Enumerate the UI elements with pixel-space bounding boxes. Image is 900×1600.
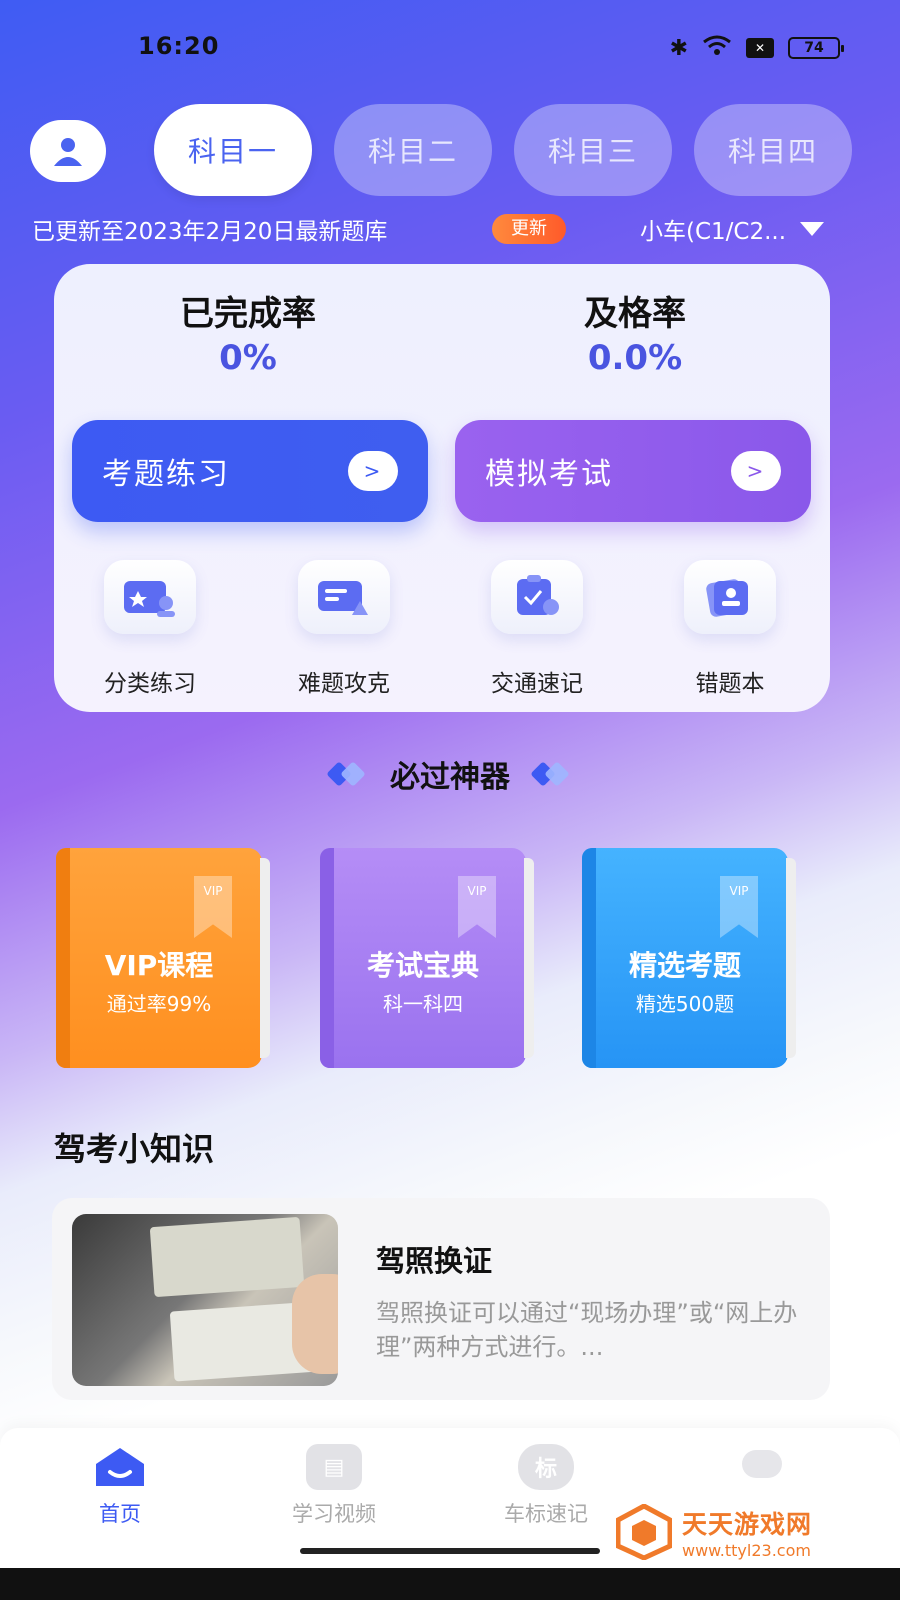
update-info-text: 已更新至2023年2月20日最新题库 xyxy=(32,219,388,245)
car-type-selector[interactable]: 小车(C1/C2... xyxy=(640,212,825,246)
completion-rate-value: 0% xyxy=(219,338,277,378)
practice-button-label: 考题练习 xyxy=(102,457,230,492)
home-icon xyxy=(92,1444,148,1490)
tab-subject-1[interactable]: 科目一 xyxy=(154,104,312,196)
mock-exam-button[interactable]: 模拟考试 > xyxy=(455,420,811,522)
user-icon xyxy=(54,138,82,166)
arrow-right-icon: > xyxy=(348,451,398,491)
tool-traffic-memo[interactable]: 交通速记 xyxy=(462,560,612,698)
video-icon: ▤ xyxy=(306,1444,362,1490)
status-bar: 16:20 ✱ ✕ 74 xyxy=(0,0,900,90)
diamond-icon xyxy=(534,763,570,785)
bottom-strip xyxy=(0,1568,900,1600)
section-title-text: 必过神器 xyxy=(390,760,510,795)
tab-subject-4[interactable]: 科目四 xyxy=(694,104,852,196)
tool-mistake-book[interactable]: 错题本 xyxy=(655,560,805,698)
difficult-icon xyxy=(298,560,390,634)
book-title: VIP课程 xyxy=(104,949,214,982)
book-subtitle: 精选500题 xyxy=(635,992,735,1016)
mistake-book-icon xyxy=(684,560,776,634)
nav-label: 首页 xyxy=(99,1502,141,1526)
status-icons: ✱ ✕ 74 xyxy=(669,34,844,62)
watermark-logo-icon xyxy=(616,1504,672,1560)
book-title: 精选考题 xyxy=(628,949,741,982)
pass-rate-value: 0.0% xyxy=(587,338,683,378)
wifi-icon xyxy=(702,34,732,62)
nav-study-video[interactable]: ▤ 学习视频 xyxy=(244,1444,424,1528)
bluetooth-icon: ✱ xyxy=(669,35,688,61)
profile-icon xyxy=(742,1450,782,1478)
category-icon xyxy=(104,560,196,634)
license-card-graphic xyxy=(149,1216,305,1298)
book-selected-questions[interactable]: VIP 精选考题 精选500题 xyxy=(582,848,796,1068)
vip-ribbon-icon: VIP xyxy=(720,876,758,938)
user-avatar-button[interactable] xyxy=(30,120,106,182)
tool-difficult-questions[interactable]: 难题攻克 xyxy=(269,560,419,698)
nav-profile[interactable] xyxy=(672,1444,852,1486)
watermark-url: www.ttyl23.com xyxy=(682,1540,811,1560)
book-exam-guide[interactable]: VIP 考试宝典 科一科四 xyxy=(320,848,534,1068)
tips-heading: 驾考小知识 xyxy=(54,1130,215,1168)
site-watermark: 天天游戏网 www.ttyl23.com xyxy=(608,1496,900,1568)
tab-subject-3[interactable]: 科目三 xyxy=(514,104,672,196)
car-badge-icon: 标 xyxy=(518,1444,574,1490)
home-indicator[interactable] xyxy=(300,1548,600,1554)
tool-category-practice[interactable]: 分类练习 xyxy=(75,560,225,698)
nav-home[interactable]: 首页 xyxy=(30,1444,210,1528)
book-subtitle: 通过率99% xyxy=(106,992,212,1016)
article-thumbnail xyxy=(72,1214,338,1386)
chevron-down-icon xyxy=(800,222,825,236)
tool-label: 分类练习 xyxy=(104,671,196,697)
completion-rate-label: 已完成率 xyxy=(180,294,316,334)
book-title: 考试宝典 xyxy=(366,949,479,982)
article-description: 驾照换证可以通过“现场办理”或“网上办理”两种方式进行。... xyxy=(376,1299,798,1361)
practice-button[interactable]: 考题练习 > xyxy=(72,420,428,522)
tool-label: 错题本 xyxy=(695,671,765,697)
nav-label: 学习视频 xyxy=(292,1502,376,1526)
book-vip-course[interactable]: VIP VIP课程 通过率99% xyxy=(56,848,270,1068)
traffic-icon xyxy=(491,560,583,634)
book-subtitle: 科一科四 xyxy=(383,992,463,1016)
arrow-right-icon: > xyxy=(731,451,781,491)
section-title: 必过神器 xyxy=(0,752,900,796)
tool-label: 难题攻克 xyxy=(298,671,390,697)
battery-icon: 74 xyxy=(788,37,844,59)
vip-ribbon-icon: VIP xyxy=(194,876,232,938)
vip-ribbon-icon: VIP xyxy=(458,876,496,938)
hand-graphic xyxy=(292,1274,338,1374)
article-title[interactable]: 驾照换证 xyxy=(376,1238,492,1280)
pass-rate-label: 及格率 xyxy=(584,294,686,334)
tool-label: 交通速记 xyxy=(491,671,583,697)
update-badge-button[interactable]: 更新 xyxy=(492,214,566,244)
car-type-label: 小车(C1/C2... xyxy=(640,219,787,245)
mock-exam-button-label: 模拟考试 xyxy=(485,457,613,492)
status-time: 16:20 xyxy=(138,32,220,60)
watermark-title: 天天游戏网 xyxy=(682,1509,813,1539)
tab-subject-2[interactable]: 科目二 xyxy=(334,104,492,196)
diamond-icon xyxy=(330,763,366,785)
sim-icon: ✕ xyxy=(746,38,774,58)
